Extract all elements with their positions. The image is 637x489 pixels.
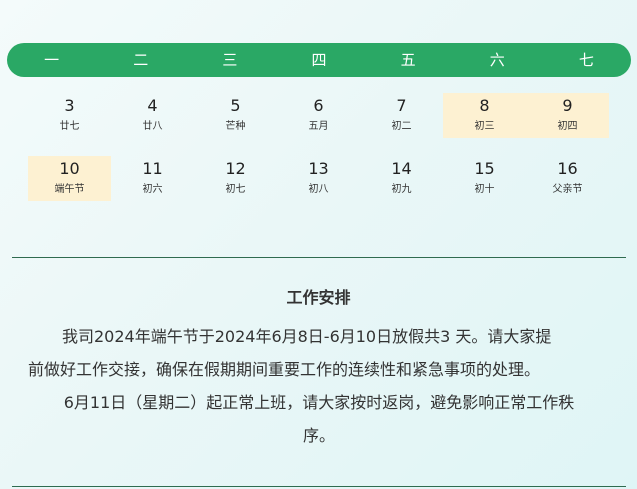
day-number: 16 [557,159,578,178]
weekday-sun: 七 [578,51,594,69]
notice-line: 我司2024年端午节于2024年6月8日-6月10日放假共3 天。请大家提 [62,327,552,346]
day-lunar-label: 初三 [474,121,495,132]
day-lunar-label: 五月 [308,121,329,132]
day-number: 3 [64,96,75,115]
day-number: 11 [142,159,163,178]
calendar-day: 7 初二 [360,93,443,138]
calendar-day: 13 初八 [277,156,360,201]
weekday-sat: 六 [489,51,505,69]
day-number: 8 [479,96,490,115]
day-number: 9 [562,96,573,115]
calendar-day: 3 廿七 [28,93,111,138]
calendar-day: 11 初六 [111,156,194,201]
calendar-day: 16 父亲节 [526,156,609,201]
day-lunar-label: 初十 [474,184,495,195]
weekday-fri: 五 [400,51,416,69]
notice-line: 序。 [302,426,335,445]
day-number: 15 [474,159,495,178]
holiday-notice-page: 一 二 三 四 五 六 七 3 廿七 4 廿八 5 芒种 6 五月 7 初二 8 [0,0,637,489]
day-number: 14 [391,159,412,178]
calendar-day: 15 初十 [443,156,526,201]
weekday-header-bar: 一 二 三 四 五 六 七 [7,43,631,77]
day-lunar-label: 初二 [391,121,412,132]
notice-line: 前做好工作交接，确保在假期期间重要工作的连续性和紧急事项的处理。 [28,360,541,379]
day-lunar-label: 廿八 [142,121,163,132]
day-lunar-label: 初六 [142,184,163,195]
day-number: 6 [313,96,324,115]
section-divider-top [12,257,626,258]
notice-body: 我司2024年端午节于2024年6月8日-6月10日放假共3 天。请大家提 前做… [28,320,610,452]
calendar-day: 4 廿八 [111,93,194,138]
day-number: 5 [230,96,241,115]
day-lunar-label: 初八 [308,184,329,195]
day-lunar-label: 廿七 [59,121,80,132]
notice-line: 6月11日（星期二）起正常上班，请大家按时返岗，避免影响正常工作秩 [63,393,575,412]
calendar-day: 9 初四 [526,93,609,138]
weekday-wed: 三 [222,51,238,69]
day-number: 4 [147,96,158,115]
day-number: 10 [59,159,80,178]
calendar-day: 14 初九 [360,156,443,201]
day-number: 12 [225,159,246,178]
day-lunar-label: 初七 [225,184,246,195]
weekday-mon: 一 [44,51,60,69]
calendar-day: 5 芒种 [194,93,277,138]
day-number: 13 [308,159,329,178]
weekday-thu: 四 [311,51,327,69]
calendar-day: 10 端午节 [28,156,111,201]
day-lunar-label: 端午节 [54,184,85,195]
calendar-day: 12 初七 [194,156,277,201]
day-lunar-label: 父亲节 [552,184,583,195]
calendar-grid: 3 廿七 4 廿八 5 芒种 6 五月 7 初二 8 初三 9 初四 10 端午… [28,93,611,201]
weekday-tue: 二 [133,51,149,69]
calendar-day: 8 初三 [443,93,526,138]
notice-title: 工作安排 [286,288,351,307]
day-number: 7 [396,96,407,115]
day-lunar-label: 芒种 [225,121,246,132]
day-lunar-label: 初四 [557,121,578,132]
section-divider-bottom [12,486,626,487]
day-lunar-label: 初九 [391,184,412,195]
calendar-day: 6 五月 [277,93,360,138]
